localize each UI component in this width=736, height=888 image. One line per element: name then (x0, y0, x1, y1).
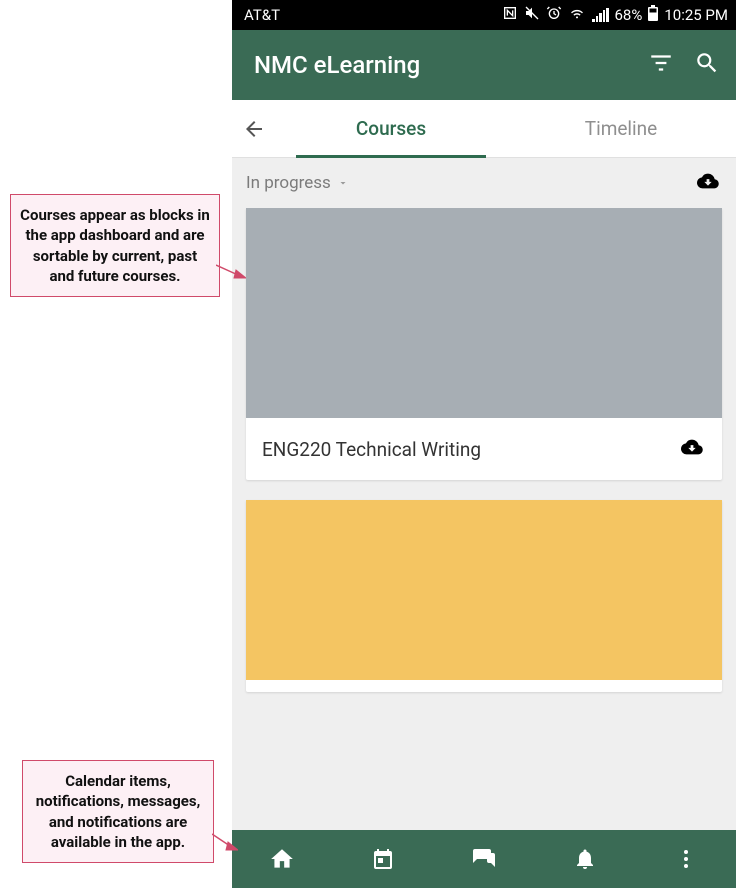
app-bar: NMC eLearning (232, 30, 736, 100)
filter-icon[interactable] (648, 50, 674, 80)
nav-calendar[interactable] (333, 830, 434, 888)
app-title: NMC eLearning (254, 51, 648, 79)
tab-timeline[interactable]: Timeline (506, 100, 736, 157)
cloud-download-icon[interactable] (694, 170, 722, 197)
course-thumbnail (246, 500, 722, 680)
mute-icon (524, 5, 540, 25)
signal-icon (592, 8, 609, 22)
tab-bar: Courses Timeline (232, 100, 736, 158)
nav-notifications[interactable] (534, 830, 635, 888)
back-button[interactable] (232, 100, 276, 157)
clock-label: 10:25 PM (664, 6, 728, 24)
progress-filter-dropdown[interactable]: In progress (246, 173, 349, 193)
nav-messages[interactable] (434, 830, 535, 888)
course-thumbnail (246, 208, 722, 418)
filter-label: In progress (246, 173, 331, 193)
course-card[interactable]: ENG220 Technical Writing (246, 208, 722, 480)
phone-screen: AT&T 68% (232, 0, 736, 888)
alarm-icon (546, 5, 562, 25)
status-bar: AT&T 68% (232, 0, 736, 30)
tab-timeline-label: Timeline (585, 117, 658, 140)
annotation-arrow-icon (212, 830, 238, 852)
course-title: ENG220 Technical Writing (262, 438, 678, 461)
annotation-callout-top: Courses appear as blocks in the app dash… (10, 194, 220, 297)
nav-home[interactable] (232, 830, 333, 888)
tab-courses[interactable]: Courses (276, 100, 506, 157)
nav-more[interactable] (635, 830, 736, 888)
battery-pct: 68% (615, 6, 643, 24)
wifi-icon (568, 5, 586, 25)
tab-courses-label: Courses (356, 117, 426, 140)
course-card[interactable] (246, 500, 722, 692)
cloud-download-icon[interactable] (678, 436, 706, 462)
course-list[interactable]: ENG220 Technical Writing (232, 208, 736, 888)
chevron-down-icon (337, 177, 349, 189)
filter-row: In progress (232, 158, 736, 208)
annotation-callout-bottom: Calendar items, notifications, messages,… (22, 760, 214, 863)
annotation-arrow-icon (216, 260, 246, 280)
battery-icon (648, 5, 658, 25)
annotation-text: Calendar items, notifications, messages,… (36, 772, 201, 851)
nfc-icon (502, 5, 518, 25)
annotation-text: Courses appear as blocks in the app dash… (20, 206, 210, 285)
bottom-nav (232, 830, 736, 888)
search-icon[interactable] (694, 50, 720, 80)
carrier-label: AT&T (244, 6, 280, 24)
